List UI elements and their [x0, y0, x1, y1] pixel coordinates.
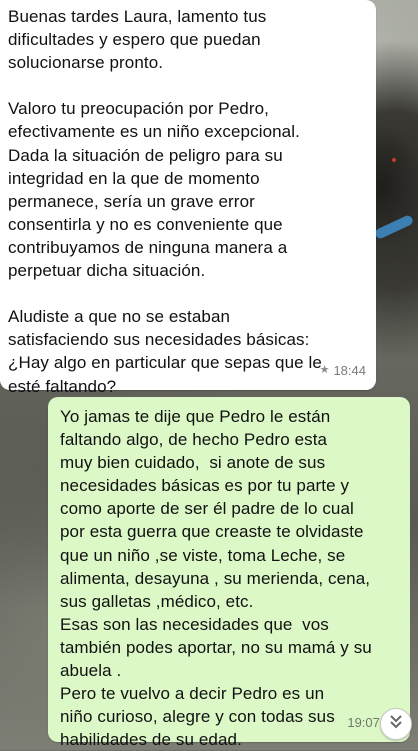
wallpaper-dog-eye — [392, 158, 396, 162]
outgoing-message-bubble[interactable]: Yo jamas te dije que Pedro le están falt… — [48, 397, 410, 749]
chevron-double-down-icon — [389, 714, 403, 735]
incoming-message-bubble[interactable]: Buenas tardes Laura, lamento tus dificul… — [0, 0, 376, 396]
outgoing-message-text: Yo jamas te dije que Pedro le están falt… — [60, 407, 372, 750]
scroll-to-bottom-button[interactable] — [380, 708, 412, 740]
incoming-message-meta: ★ 18:44 — [320, 359, 366, 382]
star-icon: ★ — [319, 363, 330, 376]
incoming-message-time: 18:44 — [333, 362, 366, 378]
incoming-message-text: Buenas tardes Laura, lamento tus dificul… — [8, 7, 322, 396]
outgoing-message-time: 19:07 — [347, 714, 380, 730]
